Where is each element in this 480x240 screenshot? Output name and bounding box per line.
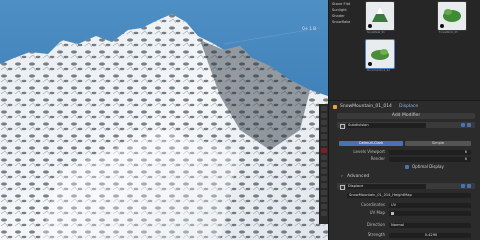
add-modifier-button[interactable]: Add Modifier [337,113,475,119]
tool-icon[interactable] [321,141,327,146]
render-levels-field[interactable]: 6 [389,156,471,162]
add-modifier-label: Add Modifier [391,113,421,118]
modifier-icon [340,123,345,129]
visibility-icon[interactable] [467,123,471,127]
asset-label: SnowPeak_01 [367,31,385,34]
asset-category[interactable]: Shader [332,14,345,18]
optimal-display-label: Optimal Display [412,164,444,169]
tool-icon[interactable] [321,190,327,195]
modifier-icon [340,184,345,190]
strength-label: Strength [367,232,385,237]
tool-icon[interactable] [321,176,327,181]
levels-viewport-field[interactable]: 6 [389,149,471,155]
asset-label: MountainRock_02 [367,69,390,72]
render-levels-label: Render [370,156,385,161]
uv-map-label: UV Map [369,210,385,215]
modifier-name-field[interactable]: Subdivision [346,122,426,128]
render-icon[interactable] [461,184,465,188]
modifier-wrench-icon[interactable] [321,148,327,153]
asset-category[interactable]: Sunlight [332,8,347,12]
tool-icon[interactable] [321,134,327,139]
simple-button[interactable]: Simple [405,141,471,146]
object-icon [333,105,337,109]
bush-icon [440,9,461,28]
asset-category[interactable]: Snowflake [332,20,350,24]
tool-icon[interactable] [321,113,327,118]
render-icon[interactable] [461,123,465,127]
optimal-display-row: Optimal Display [333,164,477,170]
asset-thumbnail[interactable] [366,2,394,30]
tool-icon[interactable] [321,155,327,160]
advanced-row[interactable]: › Advanced [333,174,477,180]
texture-field[interactable]: SnowMountain_01_014_HeightMap [347,193,471,198]
asset-label: ForestRock_05 [439,31,458,34]
tool-icon[interactable] [321,127,327,132]
snow-mountain-mesh [0,14,328,240]
uv-map-field[interactable] [389,210,471,216]
tool-icon[interactable] [321,120,327,125]
tool-icon[interactable] [321,169,327,174]
modifier-toolbar[interactable] [319,104,328,224]
subdivision-modifier-header[interactable]: Subdivision [337,122,475,129]
displace-modifier-header[interactable]: Displace [337,183,475,190]
advanced-label: Advanced [347,174,370,179]
snow-tree-icon [368,6,388,28]
asset-thumbnail[interactable] [438,2,466,30]
modifier-name-field[interactable]: Displace [346,183,426,189]
strength-field[interactable]: 0.4290 [389,232,471,238]
uv-icon [391,211,394,215]
tool-icon[interactable] [321,183,327,188]
coordinates-label: Coordinates [360,202,385,207]
3d-viewport[interactable]: 0+ 1 B [0,0,328,240]
direction-label: Direction [366,222,385,227]
properties-editor: Stone Flat Sunlight Shader Snowflake Sno… [328,0,480,240]
tool-icon[interactable] [321,197,327,202]
tool-icon[interactable] [321,106,327,111]
coordinates-field[interactable]: UV [389,202,471,208]
catmull-clark-button[interactable]: Catmull-Clark [339,141,403,146]
grass-icon [368,49,389,66]
asset-category[interactable]: Stone Flat [332,2,350,6]
chevron-right-icon: › [341,174,343,179]
object-header: SnowMountain_01_014 Displace [333,104,477,110]
axis-label: 0+ 1 B [302,26,316,31]
tool-icon[interactable] [321,211,327,216]
visibility-icon[interactable] [467,184,471,188]
tool-icon[interactable] [321,204,327,209]
tool-icon[interactable] [321,162,327,167]
object-name: SnowMountain_01_014 [340,104,392,109]
levels-viewport-label: Levels Viewport [353,149,385,154]
optimal-display-checkbox[interactable] [405,165,409,169]
direction-field[interactable]: Normal [389,222,471,228]
asset-browser: Stone Flat Sunlight Shader Snowflake Sno… [329,0,480,101]
asset-thumbnail[interactable] [366,40,394,68]
data-name: Displace [399,104,419,109]
